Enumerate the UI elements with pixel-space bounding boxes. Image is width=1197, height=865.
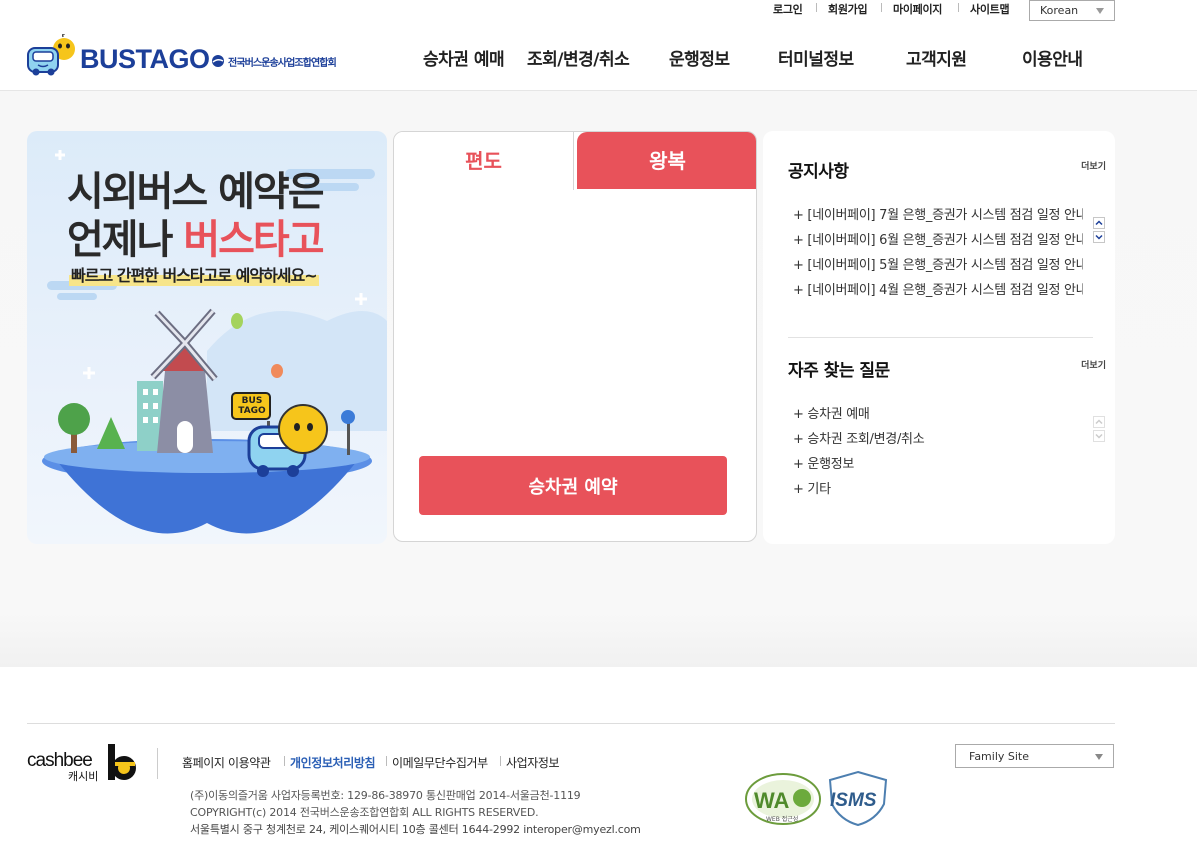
faq-item[interactable]: + 운행정보 (793, 455, 1083, 480)
nav-usage-guide[interactable]: 이용안내 (1022, 45, 1083, 70)
sitemap-link[interactable]: 사이트맵 (970, 1, 1010, 17)
cashbee-korean: 캐시비 (68, 770, 99, 783)
faq-item[interactable]: + 기타 (793, 480, 1083, 505)
nav-ticket-booking[interactable]: 승차권 예매 (423, 45, 505, 70)
divider (816, 3, 817, 12)
promo-banner[interactable]: 시외버스 예약은 언제나 버스타고 빠르고 간편한 버스타고로 예약하세요~ B… (27, 131, 387, 544)
nav-lookup-change-cancel[interactable]: 조회/변경/취소 (527, 45, 630, 70)
notice-title: 공지사항 (788, 162, 849, 182)
footer-business-info-link[interactable]: 사업자정보 (506, 754, 560, 771)
language-value: Korean (1040, 4, 1079, 17)
faq-scroll-down-button[interactable] (1093, 430, 1105, 442)
family-site-select[interactable]: Family Site (955, 744, 1114, 768)
chevron-up-icon (1095, 220, 1103, 226)
banner-title-line2: 언제나 버스타고 (67, 207, 325, 265)
booking-panel: 편도 왕복 승차권 예약 (393, 131, 757, 542)
faq-item[interactable]: + 승차권 조회/변경/취소 (793, 430, 1083, 455)
footer-divider (27, 723, 1115, 724)
tab-oneway[interactable]: 편도 (394, 132, 574, 190)
footer-copyright: COPYRIGHT(c) 2014 전국버스운송조합연합회 ALL RIGHTS… (190, 806, 539, 819)
faq-scroll-up-button[interactable] (1093, 416, 1105, 428)
divider (500, 756, 501, 766)
banner-subtitle: 빠르고 간편한 버스타고로 예약하세요~ (69, 262, 319, 286)
isms-certification-badge: ISMS (826, 770, 890, 830)
cashbee-b-icon (108, 744, 136, 780)
logo-wordmark: BUSTAGO (80, 44, 210, 74)
chevron-down-icon (1096, 8, 1104, 14)
divider (881, 3, 882, 12)
wa-cert-icon: WA WEB 접근성 (745, 773, 821, 825)
bustago-logo[interactable]: BUSTAGO 전국버스운송사업조합연합회 (26, 34, 346, 82)
logo-org-name: 전국버스운송사업조합연합회 (228, 58, 337, 69)
footer-privacy-link[interactable]: 개인정보처리방침 (290, 754, 376, 771)
banner-title-accent: 버스타고 (183, 217, 324, 263)
wa-cert-text: WA (754, 788, 790, 813)
notice-list: + [네이버페이] 7월 은행_증권가 시스템 점검 일정 안내 + [네이버페… (793, 206, 1083, 306)
notice-item[interactable]: + [네이버페이] 7월 은행_증권가 시스템 점검 일정 안내 (793, 206, 1083, 231)
notice-scroll-down-button[interactable] (1093, 231, 1105, 243)
book-ticket-button[interactable]: 승차권 예약 (419, 456, 727, 515)
nav-customer-support[interactable]: 고객지원 (906, 45, 967, 70)
chevron-down-icon (1095, 234, 1103, 240)
divider (958, 3, 959, 12)
login-link[interactable]: 로그인 (773, 1, 803, 17)
isms-cert-text: ISMS (830, 790, 877, 811)
cashbee-logo[interactable]: cashbee 캐시비 (27, 744, 139, 786)
isms-shield-icon: ISMS (828, 770, 888, 827)
family-site-value: Family Site (969, 750, 1030, 763)
board-divider (788, 337, 1093, 338)
faq-item[interactable]: + 승차권 예매 (793, 405, 1083, 430)
wa-certification-badge: WA WEB 접근성 (744, 770, 822, 830)
utility-bar: 로그인 회원가입 마이페이지 사이트맵 Korean (0, 0, 1197, 22)
wa-cert-subtext: WEB 접근성 (766, 815, 798, 823)
nav-terminal-info[interactable]: 터미널정보 (778, 45, 854, 70)
footer-terms-link[interactable]: 홈페이지 이용약관 (182, 754, 271, 771)
notice-item[interactable]: + [네이버페이] 5월 은행_증권가 시스템 점검 일정 안내 (793, 256, 1083, 281)
faq-list: + 승차권 예매 + 승차권 조회/변경/취소 + 운행정보 + 기타 (793, 405, 1083, 505)
nav-route-info[interactable]: 운행정보 (669, 45, 730, 70)
signup-link[interactable]: 회원가입 (828, 1, 868, 17)
notice-more-link[interactable]: 더보기 (1081, 159, 1106, 172)
language-select[interactable]: Korean (1029, 0, 1115, 21)
notice-item[interactable]: + [네이버페이] 6월 은행_증권가 시스템 점검 일정 안내 (793, 231, 1083, 256)
federation-emblem-icon (212, 55, 224, 67)
divider (284, 756, 285, 766)
footer-email-refusal-link[interactable]: 이메일무단수집거부 (392, 754, 488, 771)
notice-item[interactable]: + [네이버페이] 4월 은행_증권가 시스템 점검 일정 안내 (793, 281, 1083, 306)
notice-scroll-up-button[interactable] (1093, 217, 1105, 229)
bus-tago-sign: BUS TAGO (238, 396, 266, 416)
divider (386, 756, 387, 766)
footer-address: 서울특별시 중구 청계천로 24, 케이스퀘어시티 10층 콜센터 1644-2… (190, 823, 641, 836)
banner-title-prefix: 언제나 (67, 217, 184, 263)
faq-title: 자주 찾는 질문 (788, 361, 890, 381)
mypage-link[interactable]: 마이페이지 (893, 1, 942, 17)
divider (157, 748, 158, 779)
chevron-up-icon (1095, 419, 1103, 425)
bus-mascot-icon (27, 34, 75, 76)
tab-roundtrip[interactable]: 왕복 (577, 132, 756, 189)
board-panel: 공지사항 더보기 + [네이버페이] 7월 은행_증권가 시스템 점검 일정 안… (763, 131, 1115, 544)
chevron-down-icon (1095, 433, 1103, 439)
chevron-down-icon (1095, 754, 1103, 760)
footer-company-info: (주)이동의즐거움 사업자등록번호: 129-86-38970 통신판매업 20… (190, 789, 581, 802)
faq-more-link[interactable]: 더보기 (1081, 358, 1106, 371)
